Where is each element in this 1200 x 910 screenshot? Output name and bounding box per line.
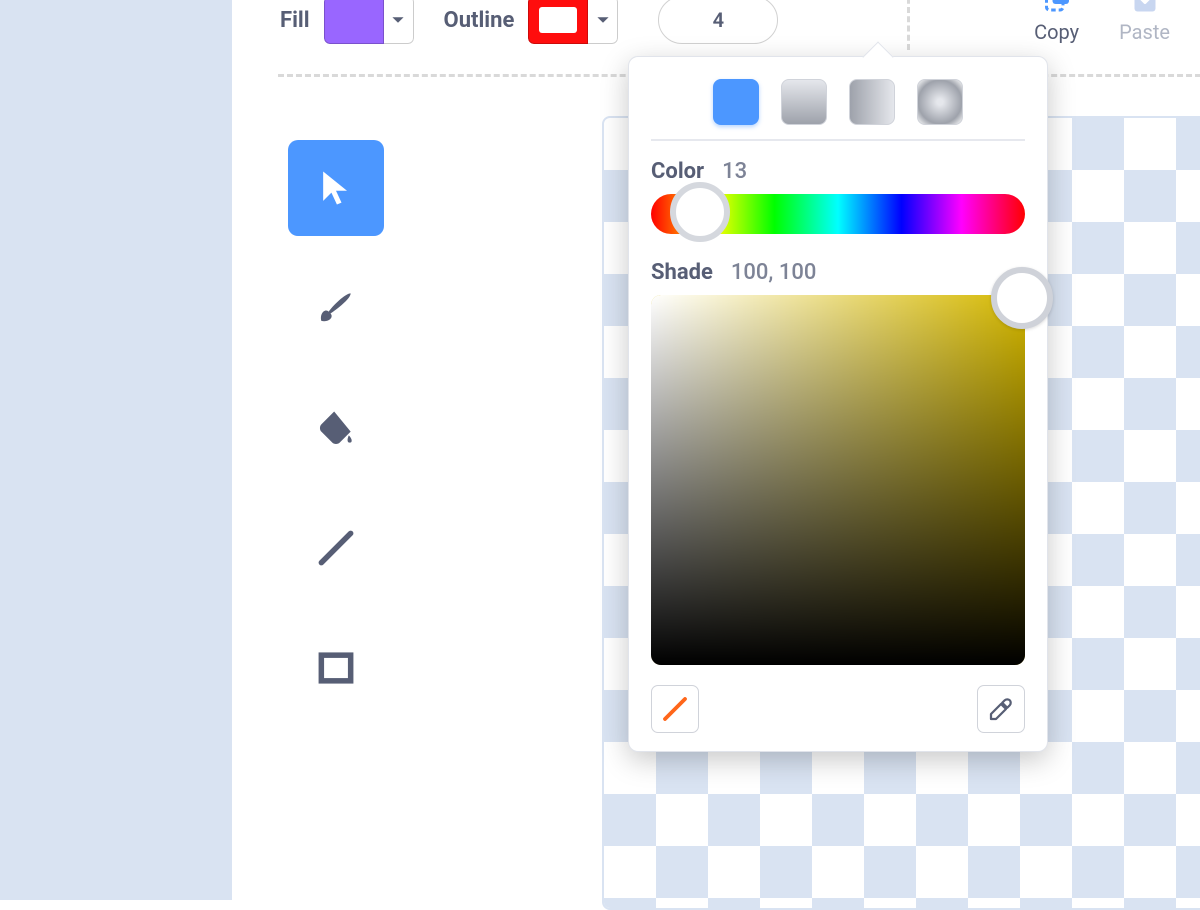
- sv-picker-handle[interactable]: [991, 267, 1053, 329]
- left-panel: [0, 0, 232, 900]
- main-area: Fill Outline 4 Copy: [232, 0, 1200, 900]
- hue-slider[interactable]: [651, 194, 1025, 234]
- stroke-width-value: 4: [713, 8, 724, 32]
- rect-tool[interactable]: [288, 620, 384, 716]
- fill-swatch: [324, 0, 384, 44]
- toolbar-divider: [907, 0, 910, 50]
- paste-label: Paste: [1119, 20, 1170, 44]
- popover-arrow: [862, 41, 893, 72]
- copy-button[interactable]: Copy: [1034, 0, 1079, 44]
- gradient-solid[interactable]: [713, 79, 759, 125]
- color-label: Color: [651, 159, 704, 184]
- gradient-vertical[interactable]: [781, 79, 827, 125]
- chevron-down-icon: [596, 13, 610, 27]
- gradient-radial[interactable]: [917, 79, 963, 125]
- fill-color-button[interactable]: [324, 0, 414, 44]
- sv-picker[interactable]: [651, 295, 1025, 665]
- outline-color-button[interactable]: [528, 0, 618, 44]
- no-color-icon: [660, 694, 690, 724]
- eyedropper-icon: [986, 694, 1016, 724]
- fill-tool[interactable]: [288, 380, 384, 476]
- line-tool[interactable]: [288, 500, 384, 596]
- color-picker-popover: Color 13 Shade 100, 100: [628, 56, 1048, 752]
- gradient-mode-row: [651, 79, 1025, 125]
- top-toolbar: Fill Outline 4 Copy: [232, 0, 1200, 40]
- rectangle-icon: [314, 646, 358, 690]
- chevron-down-icon: [391, 13, 405, 27]
- outline-swatch: [528, 0, 588, 44]
- shade-label: Shade: [651, 260, 713, 285]
- paste-button[interactable]: Paste: [1119, 0, 1170, 44]
- select-tool[interactable]: [288, 140, 384, 236]
- outline-label: Outline: [444, 8, 515, 33]
- shade-value: 100, 100: [731, 260, 816, 285]
- line-icon: [314, 526, 358, 570]
- cursor-icon: [314, 166, 358, 210]
- color-value: 13: [722, 159, 747, 184]
- eyedropper-button[interactable]: [977, 685, 1025, 733]
- gradient-horizontal[interactable]: [849, 79, 895, 125]
- paste-icon: [1127, 0, 1163, 16]
- brush-tool[interactable]: [288, 260, 384, 356]
- copy-label: Copy: [1034, 20, 1079, 44]
- no-color-button[interactable]: [651, 685, 699, 733]
- fill-caret[interactable]: [384, 0, 414, 44]
- copy-icon: [1039, 0, 1075, 16]
- fill-label: Fill: [280, 8, 310, 33]
- outline-caret[interactable]: [588, 0, 618, 44]
- hue-slider-handle[interactable]: [670, 182, 730, 242]
- popover-divider: [651, 139, 1025, 141]
- brush-icon: [314, 286, 358, 330]
- paint-bucket-icon: [314, 406, 358, 450]
- tool-sidebar: [288, 140, 384, 716]
- stroke-width-input[interactable]: 4: [658, 0, 778, 44]
